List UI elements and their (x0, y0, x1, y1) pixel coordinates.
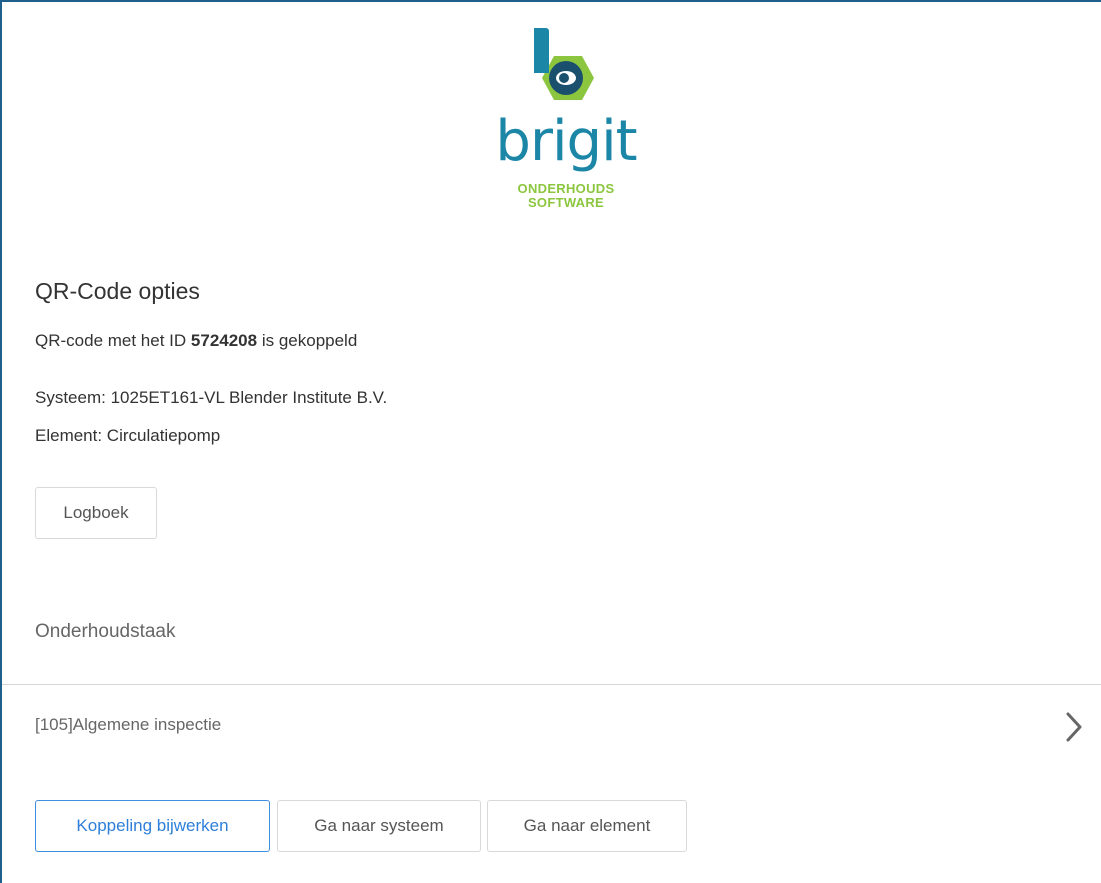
qr-id-prefix: QR-code met het ID (35, 331, 187, 350)
page-title: QR-Code opties (35, 278, 200, 304)
logbook-button[interactable]: Logboek (35, 487, 157, 539)
maintenance-task-label: [105]Algemene inspectie (35, 715, 222, 734)
chevron-right-icon[interactable] (1064, 711, 1084, 743)
go-to-system-button[interactable]: Ga naar systeem (277, 800, 481, 852)
qr-id-line: QR-code met het ID 5724208 is gekoppeld (35, 331, 357, 351)
logo-subtitle-line2: SOFTWARE (527, 195, 605, 210)
maintenance-task-row[interactable]: [105]Algemene inspectie (2, 685, 1101, 769)
qr-id-suffix: is gekoppeld (261, 331, 358, 350)
logo-subtitle-line1: ONDERHOUDS (517, 181, 615, 196)
brigit-logo-mark (534, 28, 594, 100)
qr-id-value: 5724208 (190, 331, 258, 350)
brigit-logo: brigit ONDERHOUDS SOFTWARE (486, 26, 646, 226)
update-link-button[interactable]: Koppeling bijwerken (35, 800, 270, 852)
element-line: Element: Circulatiepomp (35, 426, 221, 445)
system-line: Systeem: 1025ET161-VL Blender Institute … (35, 388, 388, 407)
maintenance-section-label: Onderhoudstaak (35, 621, 176, 642)
qr-options-panel: brigit ONDERHOUDS SOFTWARE QR-Code optie… (0, 0, 1101, 883)
logo-wordmark: brigit (495, 109, 637, 174)
go-to-element-button[interactable]: Ga naar element (487, 800, 687, 852)
